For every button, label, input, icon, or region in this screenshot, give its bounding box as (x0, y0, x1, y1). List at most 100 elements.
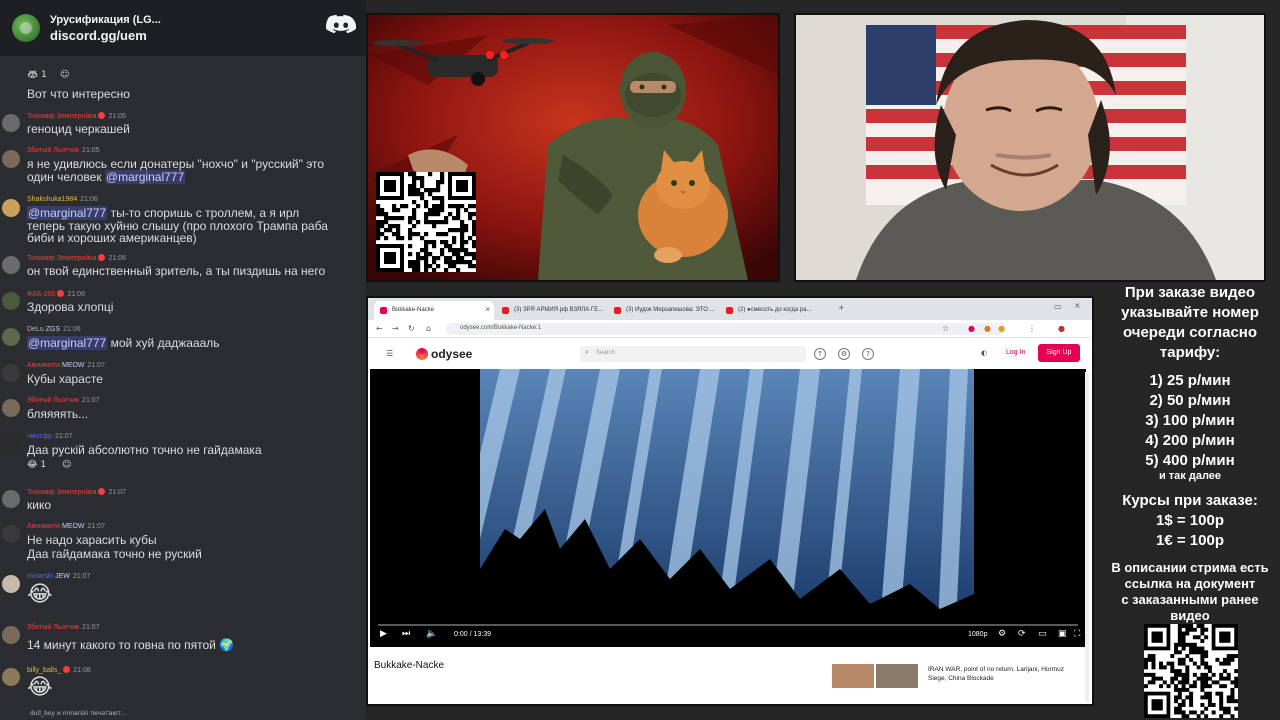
fullscreen-icon[interactable]: ⛶ (1074, 629, 1080, 639)
menu-icon[interactable]: ⋮ (1028, 324, 1036, 333)
help-icon[interactable]: ? (862, 348, 874, 360)
server-invite-link[interactable]: discord.gg/uem (50, 28, 161, 43)
avatar[interactable] (2, 364, 20, 382)
tab-label: (3) Иудок Мирзапишова: ЭТО ... (626, 307, 715, 313)
timestamp: 21:07 (72, 573, 91, 580)
new-tab-icon[interactable]: + (838, 303, 845, 312)
login-button[interactable]: Log In (1006, 349, 1025, 356)
avatar[interactable] (2, 626, 20, 644)
url-field[interactable]: odysee.com/Bukkake-Nacke:1 (446, 323, 1006, 335)
timestamp: 21:06 (80, 196, 98, 203)
reaction[interactable]: 🦝 1 (27, 70, 47, 80)
message-text: Вот что интересно (27, 87, 130, 101)
author-name[interactable]: billy_balls_ (27, 667, 61, 674)
cast-icon[interactable]: ▭ (1038, 629, 1047, 639)
reload-icon[interactable]: ↻ (408, 324, 415, 333)
progress-bar[interactable] (378, 624, 1078, 626)
author-name[interactable]: ФАБ-200 (27, 291, 55, 298)
reaction[interactable]: 😂 1 (27, 460, 47, 470)
avatar[interactable] (2, 525, 20, 543)
avatar[interactable] (2, 399, 20, 417)
youtube-favicon-icon (614, 307, 621, 314)
hamburger-menu-icon[interactable]: ☰ (386, 349, 393, 358)
user-mention[interactable]: @marginal777 (27, 336, 108, 350)
user-tag: JEW (55, 573, 70, 580)
author-name[interactable]: Shakshuka1984 (27, 196, 77, 203)
related-title[interactable]: IRAN WAR, point of no return. Larijani, … (928, 665, 1078, 683)
author-name[interactable]: Амнямити (27, 362, 60, 369)
profile-icon[interactable]: ● (1058, 324, 1065, 333)
avatar[interactable] (2, 575, 20, 593)
add-reaction-icon[interactable]: ☺ (62, 460, 72, 470)
player-controls: ▶ ⏭ 🔈 0:00 / 13:39 1080p ⚙ ⟳ ▭ ▣ ⛶ (370, 624, 1086, 647)
extension-icon[interactable]: ● (998, 324, 1005, 333)
theater-mode-icon[interactable]: ▣ (1058, 629, 1067, 639)
author-name[interactable]: Збитый Льотчик (27, 397, 79, 404)
pricing-info-panel: При заказе видео указывайте номер очеред… (1100, 284, 1280, 720)
avatar[interactable] (2, 435, 20, 453)
theme-toggle-icon[interactable]: ◐ (978, 348, 990, 360)
avatar[interactable] (2, 328, 20, 346)
odysee-logo[interactable]: odysee (416, 347, 472, 361)
avatar[interactable] (2, 256, 20, 274)
upload-icon[interactable]: ↑ (814, 348, 826, 360)
avatar[interactable] (2, 199, 20, 217)
extension-icon[interactable]: ● (968, 324, 975, 333)
play-icon[interactable]: ▶ (380, 629, 387, 639)
avatar[interactable] (2, 150, 20, 168)
back-icon[interactable]: ← (376, 324, 383, 333)
add-reaction-icon[interactable]: ☺ (60, 70, 70, 80)
timestamp: 21:07 (87, 362, 106, 369)
next-icon[interactable]: ⏭ (402, 629, 410, 639)
youtube-favicon-icon (726, 307, 733, 314)
author-name[interactable]: DeLu (27, 326, 44, 333)
avatar[interactable] (2, 668, 20, 686)
signup-button[interactable]: Sign Up (1038, 344, 1080, 362)
bookmark-star-icon[interactable]: ☆ (942, 324, 949, 333)
author-name[interactable]: Збитый Льотчик (27, 624, 79, 631)
info-line: При заказе видео (1124, 284, 1256, 301)
timestamp: 21:06 (108, 255, 127, 262)
forward-icon[interactable]: → (392, 324, 399, 333)
scrollbar[interactable] (1085, 372, 1089, 702)
minimize-window-icon[interactable]: ▭ (1054, 302, 1062, 311)
qr-code (1144, 624, 1238, 718)
volume-icon[interactable]: 🔈 (426, 629, 437, 639)
settings-gear-icon[interactable]: ⚙ (998, 629, 1006, 639)
stream-layout: Урусификация (LG... discord.gg/uem 🦝 1 ☺… (0, 0, 1280, 720)
user-mention[interactable]: @marginal777 (27, 206, 108, 220)
author-name[interactable]: Тихомир Землеройка (27, 113, 96, 120)
related-thumbnail[interactable] (832, 664, 874, 688)
user-mention[interactable]: @marginal777 (104, 170, 186, 184)
timestamp: 21:07 (82, 624, 100, 631)
quality-label[interactable]: 1080p (968, 631, 987, 638)
tab-youtube-3[interactable]: (2) ●смесоть до когда ра... (720, 301, 830, 320)
avatar[interactable] (2, 490, 20, 508)
related-video[interactable]: IRAN WAR, point of no return. Larijani, … (832, 664, 1088, 704)
info-line: с заказанными ранее (1121, 592, 1259, 607)
tab-youtube-2[interactable]: (3) Иудок Мирзапишова: ЭТО ... (608, 301, 718, 320)
close-tab-icon[interactable]: × (485, 305, 490, 314)
search-input[interactable]: ⌕ Search (580, 346, 806, 362)
author-name[interactable]: minarski (27, 573, 53, 580)
author-name[interactable]: Амнямити (27, 523, 60, 530)
related-thumbnail[interactable] (876, 664, 918, 688)
tab-youtube-1[interactable]: (3) ЗРЯ АРМИЯ рф ВЗЯЛА ГЕ... (496, 301, 606, 320)
author-name[interactable]: чмотфр (27, 433, 52, 440)
author-name[interactable]: Тихомир Землеройка (27, 489, 96, 496)
autoplay-icon[interactable]: ⟳ (1018, 629, 1026, 639)
settings-icon[interactable]: ⚙ (838, 348, 850, 360)
tab-bukkake-nacke[interactable]: Bukkake-Nacke × (374, 301, 494, 320)
avatar[interactable] (2, 114, 20, 132)
close-window-icon[interactable]: × (1074, 301, 1081, 310)
extension-icon[interactable]: ● (984, 324, 991, 333)
author-name[interactable]: Збитый Льотчик (27, 147, 79, 154)
info-line: В описании стрима есть (1111, 560, 1269, 575)
video-player[interactable]: ▶ ⏭ 🔈 0:00 / 13:39 1080p ⚙ ⟳ ▭ ▣ ⛶ (370, 369, 1086, 647)
home-icon[interactable]: ⌂ (426, 324, 431, 333)
author-name[interactable]: Тихомир Землеройка (27, 255, 96, 262)
info-line: тарифу: (1159, 344, 1221, 361)
avatar[interactable] (2, 292, 20, 310)
logo-text: odysee (431, 347, 473, 361)
role-badge-icon (98, 488, 106, 495)
